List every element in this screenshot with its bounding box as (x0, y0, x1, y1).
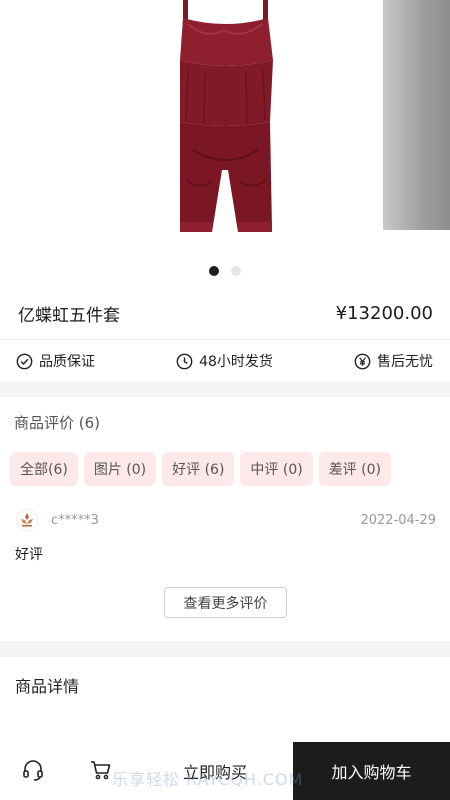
review-tag-all[interactable]: 全部(6) (10, 452, 78, 486)
pagination-dot[interactable] (231, 266, 241, 276)
review-date: 2022-04-29 (360, 512, 436, 528)
yen-circle-icon (354, 353, 371, 369)
guarantee-aftersales: 售后无忧 (354, 351, 433, 371)
add-to-cart-button[interactable]: 加入购物车 (293, 742, 450, 800)
reviews-title: 商品评价 (6) (14, 414, 101, 432)
buy-now-button[interactable]: 立即购买 (150, 742, 280, 800)
gallery-pagination (0, 266, 450, 276)
guarantee-shipping: 48小时发货 (176, 351, 273, 371)
review-content: 好评 (15, 547, 43, 563)
product-image (180, 0, 273, 232)
product-details-title: 商品详情 (15, 677, 80, 696)
pagination-dot-active[interactable] (209, 266, 219, 276)
headset-icon[interactable] (21, 758, 45, 782)
cart-icon[interactable] (89, 758, 113, 782)
guarantee-label: 售后无忧 (376, 354, 433, 370)
check-circle-icon (16, 353, 33, 369)
user-logo-icon (21, 513, 33, 527)
product-title: 亿蝶虹五件套 (18, 306, 120, 326)
review-filter-tags: 全部(6) 图片 (0) 好评 (6) 中评 (0) 差评 (0) (10, 452, 391, 486)
review-username: c*****3 (51, 512, 99, 528)
view-more-reviews-button[interactable]: 查看更多评价 (164, 587, 287, 618)
review-tag-positive[interactable]: 好评 (6) (162, 452, 235, 486)
next-slide-preview[interactable] (383, 0, 450, 230)
bottom-action-bar: 立即购买 加入购物车 (0, 742, 450, 800)
guarantee-quality: 品质保证 (16, 351, 95, 371)
service-guarantees: 品质保证 48小时发货 售后无忧 (0, 341, 450, 381)
review-tag-neutral[interactable]: 中评 (0) (240, 452, 313, 486)
image-gallery[interactable] (0, 0, 450, 256)
review-header: c*****3 2022-04-29 (16, 508, 436, 532)
review-tag-negative[interactable]: 差评 (0) (318, 452, 391, 486)
guarantee-label: 品质保证 (39, 354, 95, 370)
section-divider (0, 641, 450, 657)
clock-icon (176, 353, 193, 369)
review-tag-images[interactable]: 图片 (0) (83, 452, 157, 486)
product-title-row: 亿蝶虹五件套 ¥13200.00 (0, 288, 450, 340)
section-divider (0, 381, 450, 397)
product-price: ¥13200.00 (335, 303, 433, 324)
avatar (16, 509, 38, 531)
guarantee-label: 48小时发货 (199, 354, 273, 370)
product-page: 亿蝶虹五件套 ¥13200.00 品质保证 48小时发货 售后无忧 商品评价 (… (0, 0, 450, 800)
